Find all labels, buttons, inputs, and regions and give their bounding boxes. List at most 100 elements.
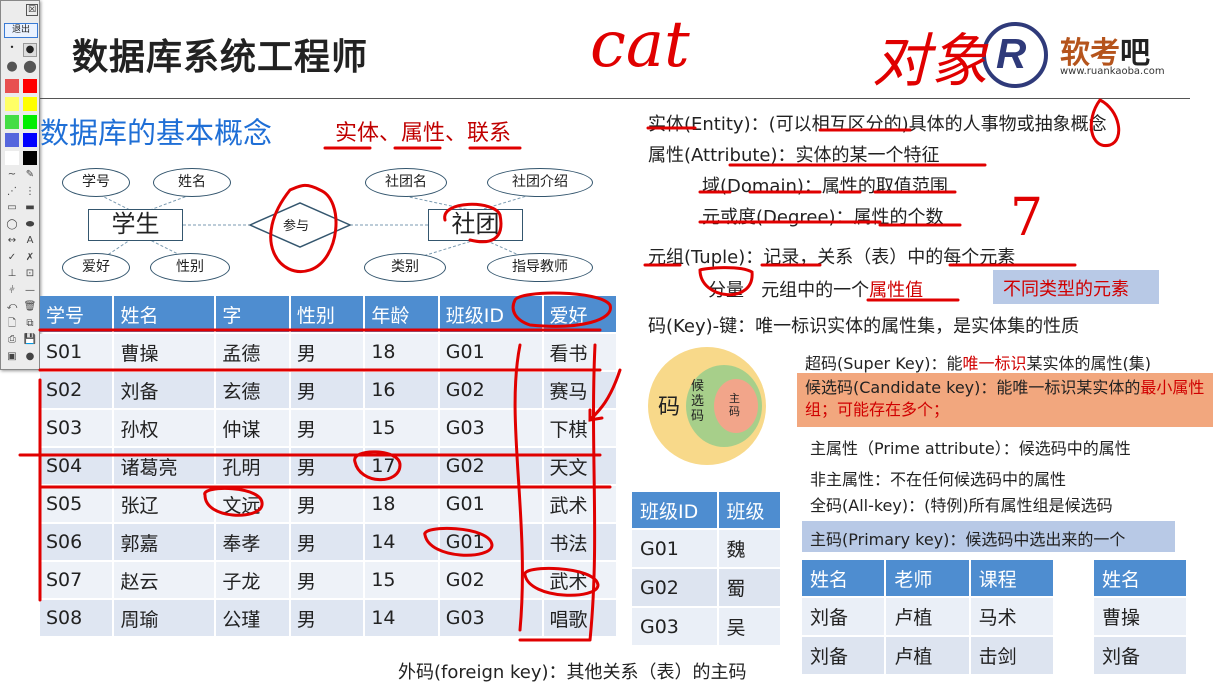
entity-club: 社团 <box>428 209 523 241</box>
table-cell: 18 <box>365 334 438 370</box>
toolbar-tool-icon[interactable]: ~ <box>5 169 19 181</box>
pen-size-xlarge[interactable]: ● <box>23 58 37 74</box>
table-cell: 15 <box>365 410 438 446</box>
table-cell: 张辽 <box>114 486 215 522</box>
toolbar-tool-icon[interactable]: ⋰ <box>5 186 19 198</box>
table-cell: 蜀 <box>718 569 780 606</box>
table-cell: 孙权 <box>114 410 215 446</box>
table-cell: 击剑 <box>970 637 1053 674</box>
table-cell: 14 <box>365 524 438 560</box>
section-subtitle: 数据库的基本概念 <box>40 116 273 150</box>
table-cell: 郭嘉 <box>114 524 215 560</box>
toolbar-tool-icon[interactable]: ✓ <box>5 252 19 264</box>
table-cell: S06 <box>40 524 113 560</box>
pen-size-small[interactable]: • <box>5 43 19 57</box>
course-row: 刘备 卢植 马术 <box>802 598 1053 635</box>
student-row: S02 刘备 玄德男 16 G02 赛马 <box>40 372 616 408</box>
table-cell: 男 <box>290 486 364 522</box>
color-swatch[interactable] <box>5 151 19 165</box>
toolbar-tool-icon[interactable]: ⋮ <box>23 186 37 198</box>
student-row: S01 曹操 孟德男 18 G01 看书 <box>40 334 616 370</box>
color-swatch[interactable] <box>23 97 37 111</box>
course-row: 刘备 卢植 击剑 <box>802 637 1053 674</box>
def-foreign-key: 外码(foreign key)：其他关系（表）的主码 <box>398 662 747 683</box>
exit-button[interactable]: 退出 <box>4 23 38 38</box>
table-cell: G01 <box>439 334 542 370</box>
table-cell: G02 <box>439 372 542 408</box>
table-cell: 吴 <box>718 608 780 645</box>
toolbar-tool-icon[interactable]: ▬ <box>23 202 37 214</box>
def-attribute: 属性(Attribute)：实体的某一个特征 <box>648 145 940 166</box>
color-swatch[interactable] <box>5 79 19 93</box>
table-cell: 14 <box>365 600 438 636</box>
toolbar-tool-icon[interactable]: 🗑 <box>23 301 37 313</box>
name-row: 刘备 <box>1094 637 1186 674</box>
toolbar-tool-icon[interactable]: ⊥ <box>5 268 19 280</box>
table-cell: 下棋 <box>543 410 616 446</box>
def-nonprime-attr: 非主属性：不在任何候选码中的属性 <box>810 470 1067 489</box>
table-cell: 书法 <box>543 524 616 560</box>
pen-toolbar[interactable]: ☒ 退出 • ● ● ● ~ ✎ ⋰ ⋮ ▭ ▬ ◯ ⬬ ↔ A ✓ ✗ ⊥ ⊡ ⫩ — ⤺ 🗑 🗋 ⧉ ⎙ 💾 ▣ ● <box>0 0 40 370</box>
table-cell: S01 <box>40 334 113 370</box>
table-cell: G02 <box>632 569 717 606</box>
table-cell: G02 <box>439 562 542 598</box>
table-cell: S02 <box>40 372 113 408</box>
toolbar-tool-icon[interactable]: ⫩ <box>5 285 19 297</box>
table-cell: S05 <box>40 486 113 522</box>
toolbar-tool-icon[interactable]: ✗ <box>23 252 37 264</box>
table-cell: G03 <box>439 410 542 446</box>
toolbar-tool-icon[interactable]: — <box>23 285 37 297</box>
toolbar-tool-icon[interactable]: 💾 <box>23 334 37 346</box>
student-row: S07 赵云 子龙男 15 G02 武术 <box>40 562 616 598</box>
toolbar-tool-icon[interactable]: 🗋 <box>5 318 19 330</box>
pen-size-medium[interactable]: ● <box>23 43 37 57</box>
def-component: 分量 元组中的一个属性值 <box>708 276 923 302</box>
def-candidate-key: 候选码(Candidate key)：能唯一标识某实体的最小属性组；可能存在多个… <box>797 373 1213 427</box>
toolbar-tool-icon[interactable]: ⧉ <box>23 318 37 330</box>
toolbar-tool-icon[interactable]: A <box>23 235 37 247</box>
table-cell: 男 <box>290 524 364 560</box>
toolbar-tool-icon[interactable]: ✎ <box>23 169 37 181</box>
toolbar-tool-icon[interactable]: ⤺ <box>5 301 19 313</box>
color-swatch[interactable] <box>23 133 37 147</box>
toolbar-tool-icon[interactable]: ▭ <box>5 202 19 214</box>
color-swatch[interactable] <box>23 115 37 129</box>
toolbar-tool-icon[interactable]: ◯ <box>5 219 19 231</box>
toolbar-tool-icon[interactable]: ⬬ <box>23 219 37 231</box>
table-cell: 看书 <box>543 334 616 370</box>
table-cell: 刘备 <box>1094 637 1186 674</box>
pen-size-large[interactable]: ● <box>5 59 19 74</box>
color-swatch[interactable] <box>5 97 19 111</box>
table-cell: 赵云 <box>114 562 215 598</box>
venn-key-label: 码 <box>658 395 681 420</box>
attr-student-id: 学号 <box>62 168 130 197</box>
section-hint: 实体、属性、联系 <box>335 121 512 146</box>
toolbar-tool-icon[interactable]: ↔ <box>5 235 19 247</box>
table-cell: G03 <box>632 608 717 645</box>
color-swatch[interactable] <box>5 133 19 147</box>
toolbar-tool-icon[interactable]: ● <box>23 351 37 363</box>
component-desc: 元组中的一个 <box>761 280 870 301</box>
toolbar-tool-icon[interactable]: ⎙ <box>5 334 19 346</box>
table-cell: 卢植 <box>886 637 969 674</box>
attr-gender: 性别 <box>150 253 230 282</box>
def-all-key: 全码(All-key)：(特例)所有属性组是候选码 <box>810 496 1113 515</box>
toolbar-tool-icon[interactable]: ▣ <box>5 351 19 363</box>
table-cell: 刘备 <box>802 598 885 635</box>
table-cell: 唱歌 <box>543 600 616 636</box>
table-cell: 子龙 <box>216 562 289 598</box>
def-domain: 域(Domain)：属性的取值范围 <box>702 176 948 197</box>
name-row: 曹操 <box>1094 598 1186 635</box>
column-header: 姓名 <box>1094 560 1186 596</box>
def-prime-attr: 主属性（Prime attribute）：候选码中的属性 <box>810 439 1131 458</box>
color-swatch[interactable] <box>23 151 37 165</box>
toolbar-tool-icon[interactable]: ⊡ <box>23 268 37 280</box>
close-toolbar-button[interactable]: ☒ <box>26 4 38 16</box>
color-swatch[interactable] <box>5 115 19 129</box>
table-cell: 曹操 <box>1094 598 1186 635</box>
color-swatch[interactable] <box>23 79 37 93</box>
super-key-c: 某实体的属性(集) <box>1026 354 1151 373</box>
student-row: S08 周瑜 公瑾男 14 G03 唱歌 <box>40 600 616 636</box>
class-row: G03 吴 <box>632 608 780 645</box>
venn-candidate-label: 候选码 <box>691 379 705 424</box>
